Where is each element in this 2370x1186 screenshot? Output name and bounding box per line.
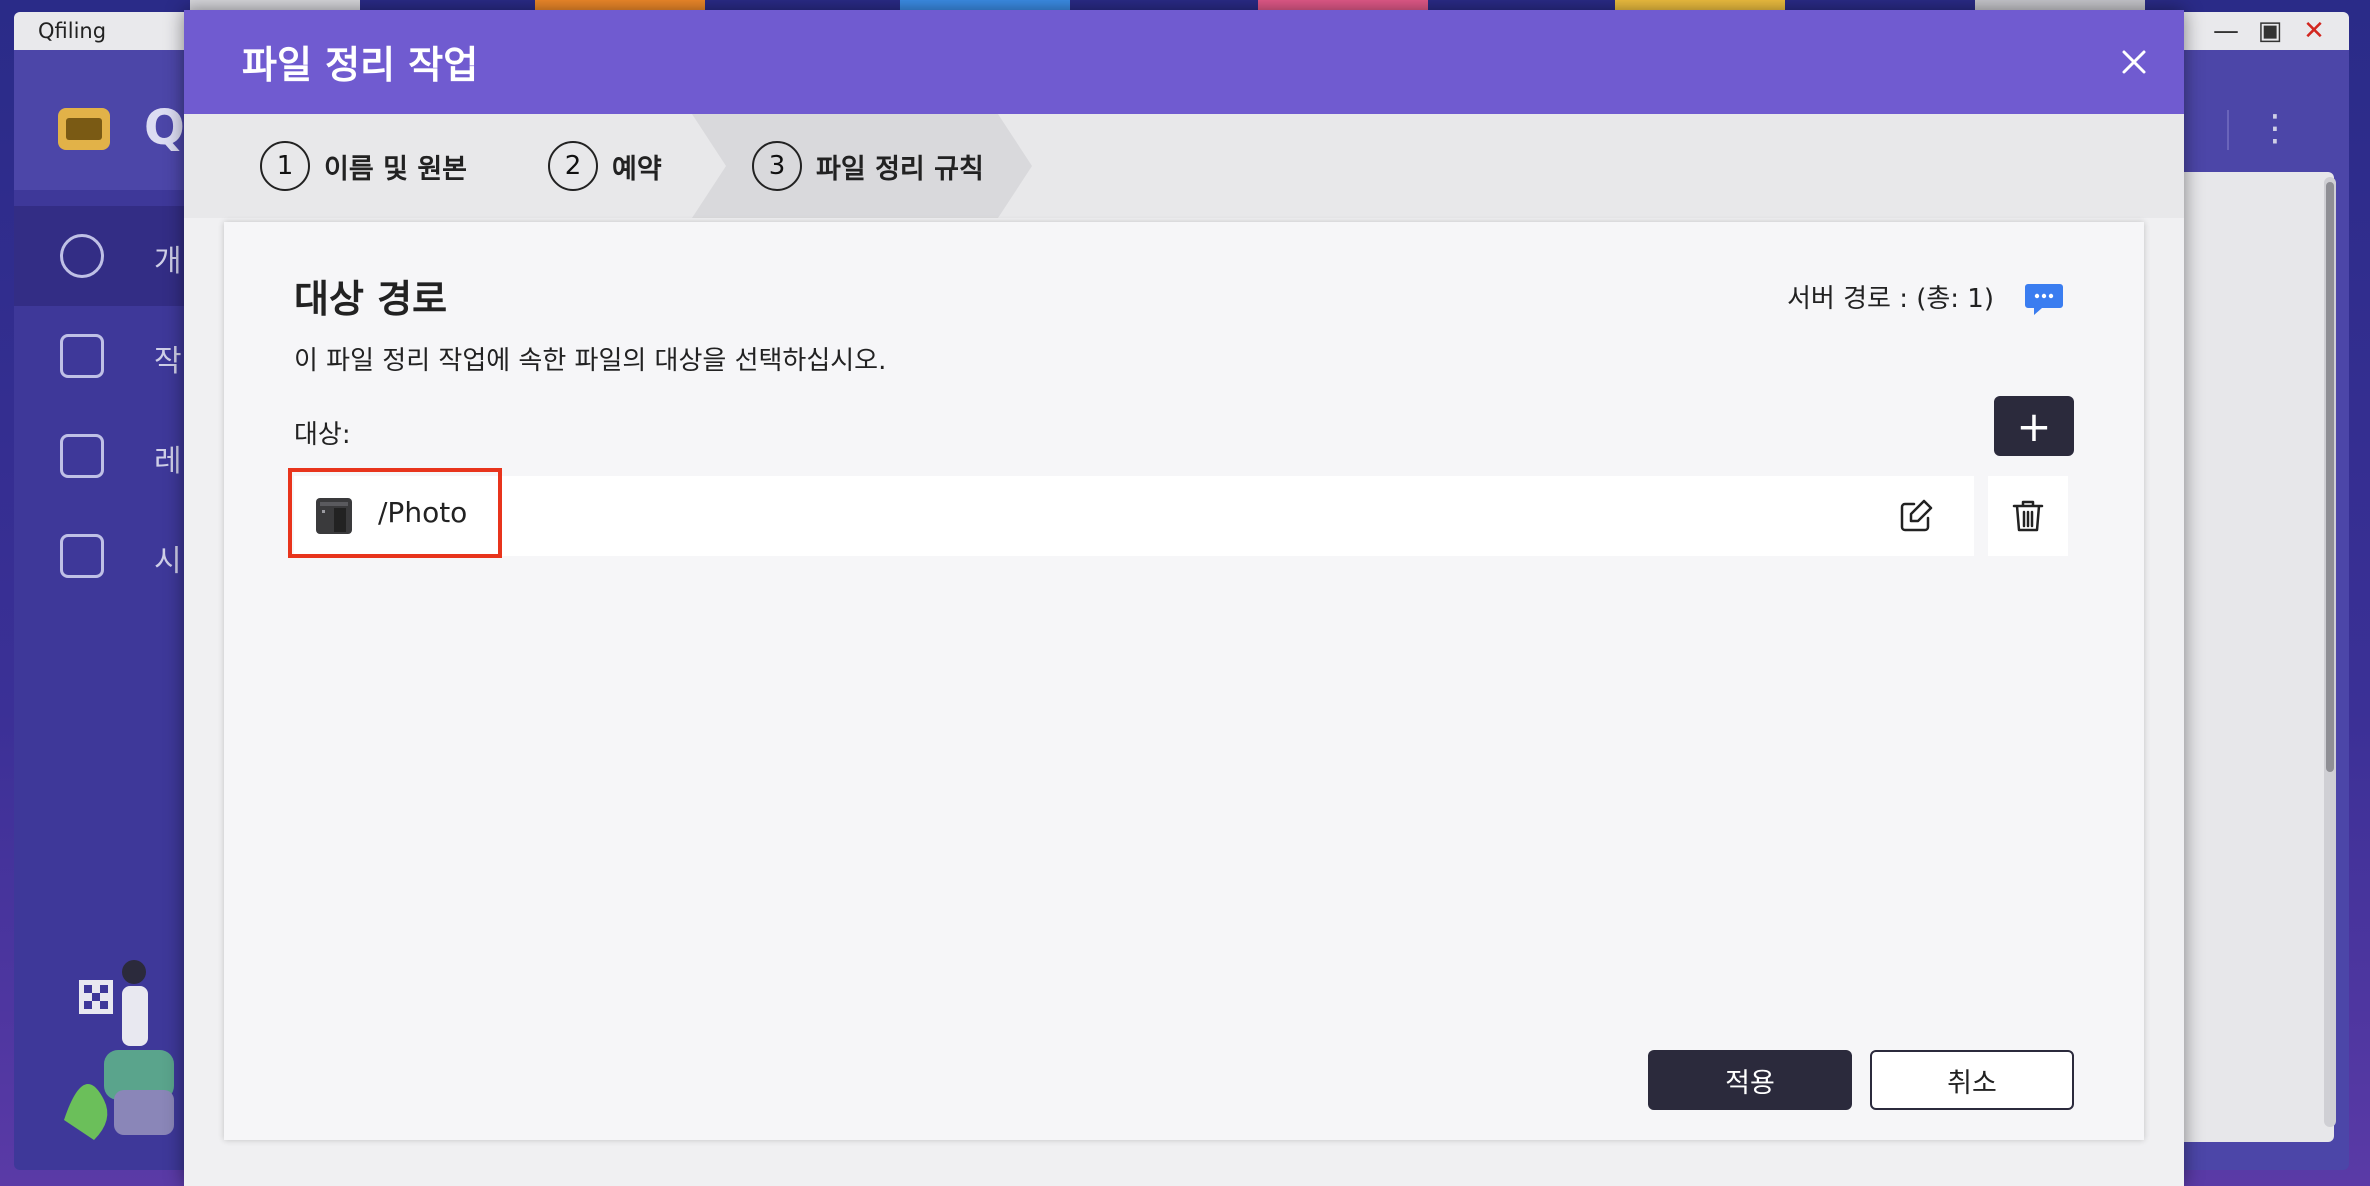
cancel-button[interactable]: 취소 — [1870, 1050, 2074, 1110]
dashboard-icon — [60, 234, 104, 278]
dialog-header: 파일 정리 작업 — [184, 10, 2184, 114]
header-divider — [2227, 110, 2229, 150]
bookmark-icon — [60, 434, 104, 478]
step-number: 2 — [548, 141, 598, 191]
sidebar-item-label: 작 — [154, 344, 182, 379]
step-organize-rules[interactable]: 3 파일 정리 규칙 — [752, 114, 984, 218]
trash-icon — [2012, 500, 2044, 532]
close-icon[interactable] — [2114, 42, 2154, 82]
close-window-icon[interactable]: ✕ — [2297, 16, 2331, 46]
step-number: 1 — [260, 141, 310, 191]
sidebar: 개 작 레 시 — [14, 190, 184, 1170]
qfiling-logo-icon — [58, 108, 110, 150]
sidebar-item-system[interactable]: 시 — [14, 506, 184, 606]
section-title: 대상 경로 — [294, 277, 448, 321]
destination-panel: 대상 경로 이 파일 정리 작업에 속한 파일의 대상을 선택하십시오. 서버 … — [224, 222, 2144, 1140]
nas-folder-icon — [316, 498, 352, 534]
step-label: 파일 정리 규칙 — [816, 153, 984, 185]
sidebar-item-labels[interactable]: 레 — [14, 406, 184, 506]
window-controls: — ▣ ✕ — [2209, 16, 2331, 46]
tasks-icon — [60, 334, 104, 378]
target-label: 대상: — [294, 420, 351, 450]
step-label: 예약 — [612, 153, 662, 185]
maximize-icon[interactable]: ▣ — [2253, 16, 2287, 46]
minimize-icon[interactable]: — — [2209, 16, 2243, 46]
step-number: 3 — [752, 141, 802, 191]
section-description: 이 파일 정리 작업에 속한 파일의 대상을 선택하십시오. — [294, 346, 887, 376]
wizard-steps: 1 이름 및 원본 2 예약 3 파일 정리 규칙 — [184, 114, 2184, 218]
target-path: /Photo — [378, 496, 468, 529]
target-row[interactable]: /Photo — [288, 468, 1974, 558]
sidebar-item-label: 레 — [154, 444, 182, 479]
step-schedule[interactable]: 2 예약 — [548, 114, 662, 218]
window-title: Qfiling — [38, 19, 107, 43]
file-organize-task-dialog: 파일 정리 작업 1 이름 및 원본 2 예약 3 파일 정리 규칙 대상 경로… — [184, 10, 2184, 1186]
step-name-and-source[interactable]: 1 이름 및 원본 — [260, 114, 467, 218]
step-label: 이름 및 원본 — [324, 153, 467, 185]
sidebar-item-label: 시 — [154, 544, 182, 579]
server-path-count: 서버 경로 : (총: 1) — [1786, 284, 1994, 314]
app-content-area — [2174, 172, 2334, 1142]
dialog-title: 파일 정리 작업 — [242, 43, 479, 87]
more-menu-icon[interactable]: ⋮ — [2257, 108, 2293, 149]
sidebar-item-overview[interactable]: 개 — [14, 206, 184, 306]
clipboard-icon — [60, 534, 104, 578]
edit-icon[interactable] — [1896, 496, 1936, 536]
scrollbar-thumb[interactable] — [2326, 182, 2334, 772]
add-target-button[interactable]: + — [1994, 396, 2074, 456]
chat-icon[interactable] — [2024, 278, 2064, 318]
sidebar-item-tasks[interactable]: 작 — [14, 306, 184, 406]
sidebar-item-label: 개 — [154, 244, 182, 279]
delete-target-button[interactable] — [1988, 476, 2068, 556]
mascot-illustration — [64, 960, 174, 1140]
apply-button[interactable]: 적용 — [1648, 1050, 1852, 1110]
app-name: Q — [144, 100, 185, 156]
